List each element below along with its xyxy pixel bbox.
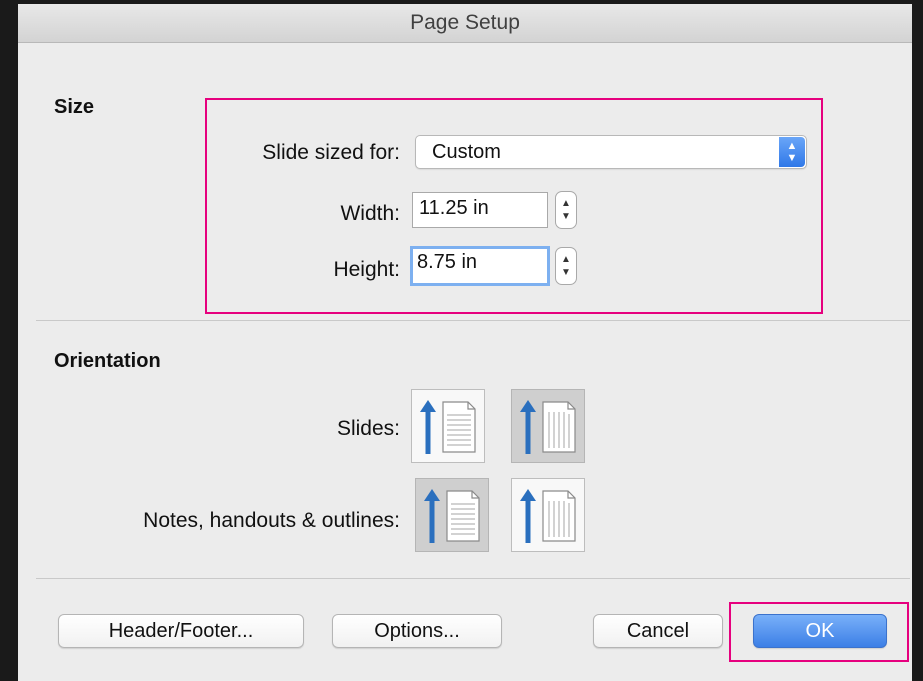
options-button[interactable]: Options...	[332, 614, 502, 648]
notes-orientation-label: Notes, handouts & outlines:	[143, 509, 400, 532]
button-row-divider	[36, 578, 910, 579]
size-heading: Size	[54, 96, 95, 118]
width-input[interactable]	[419, 197, 539, 220]
notes-landscape-button[interactable]	[511, 478, 585, 552]
slide-size-select[interactable]: Custom ▲ ▼	[415, 135, 807, 169]
cancel-button[interactable]: Cancel	[593, 614, 723, 648]
height-field[interactable]	[410, 246, 550, 286]
landscape-orientation-icon	[520, 489, 576, 543]
screen-border-left	[0, 0, 18, 681]
section-divider	[36, 320, 910, 321]
orientation-heading: Orientation	[54, 350, 161, 372]
select-arrows-icon: ▲ ▼	[779, 137, 805, 167]
width-label: Width:	[340, 202, 400, 225]
notes-portrait-button[interactable]	[415, 478, 489, 552]
stepper-up-icon[interactable]: ▲	[561, 197, 571, 210]
slides-landscape-button[interactable]	[511, 389, 585, 463]
page-setup-dialog: Page Setup Size Slide sized for: Custom …	[18, 4, 912, 681]
width-field[interactable]	[412, 192, 548, 228]
header-footer-button[interactable]: Header/Footer...	[58, 614, 304, 648]
portrait-orientation-icon	[420, 400, 476, 454]
stepper-down-icon[interactable]: ▼	[561, 210, 571, 223]
ok-button[interactable]: OK	[753, 614, 887, 648]
slides-orientation-label: Slides:	[336, 417, 400, 440]
height-input[interactable]	[417, 251, 537, 274]
stepper-down-icon[interactable]: ▼	[561, 266, 571, 279]
window-title: Page Setup	[410, 11, 520, 34]
height-stepper[interactable]: ▲ ▼	[555, 247, 577, 285]
screen-border-right	[912, 0, 923, 681]
portrait-orientation-icon	[424, 489, 480, 543]
slide-sized-for-label: Slide sized for:	[262, 141, 400, 164]
height-label: Height:	[333, 258, 400, 281]
landscape-orientation-icon	[520, 400, 576, 454]
stepper-up-icon[interactable]: ▲	[561, 253, 571, 266]
width-stepper[interactable]: ▲ ▼	[555, 191, 577, 229]
title-bar[interactable]: Page Setup	[18, 4, 912, 43]
slides-portrait-button[interactable]	[411, 389, 485, 463]
slide-size-value: Custom	[432, 141, 501, 163]
